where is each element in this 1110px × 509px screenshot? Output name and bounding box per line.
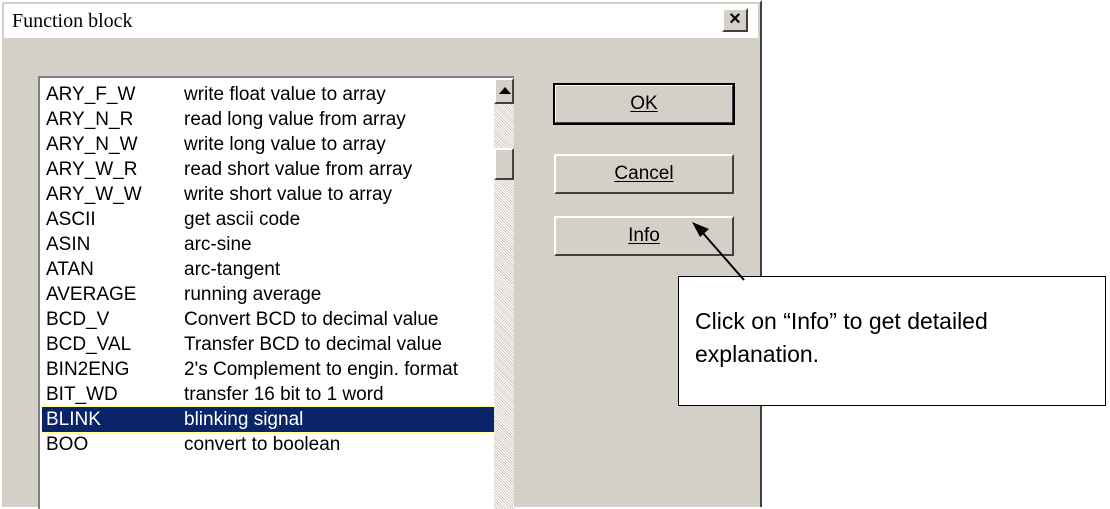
function-description: transfer 16 bit to 1 word [184,384,384,405]
function-description: arc-tangent [184,259,281,280]
list-item[interactable]: ARY_N_W write long value to array [42,132,494,157]
info-button-label: Info [628,225,660,246]
list-item[interactable]: ARY_N_R read long value from array [42,107,494,132]
list-item[interactable]: BOO convert to boolean [42,432,494,457]
function-description: Transfer BCD to decimal value [184,334,443,355]
function-name: ATAN [46,259,94,280]
scroll-up-button[interactable] [494,78,514,104]
function-name: ARY_N_R [46,109,134,130]
function-description: write short value to array [184,184,393,205]
function-block-list[interactable]: ARY_F_W write float value to array ARY_N… [38,76,514,509]
function-description: read short value from array [184,159,413,180]
function-name: ARY_F_W [46,84,136,105]
ok-button-label: OK [630,93,658,114]
function-description: running average [184,284,322,305]
list-item[interactable]: ARY_F_W write float value to array [42,82,494,107]
close-icon: × [729,8,741,30]
list-item[interactable]: BIT_WD transfer 16 bit to 1 word [42,382,494,407]
scroll-thumb[interactable] [494,148,514,180]
title-bar: Function block × [4,4,758,38]
function-name: BIN2ENG [46,359,130,380]
dialog-title: Function block [12,10,133,32]
info-callout: Click on “Info” to get detailed explanat… [678,276,1106,406]
function-description: read long value from array [184,109,406,130]
list-item[interactable]: BCD_VAL Transfer BCD to decimal value [42,332,494,357]
function-name: ARY_W_W [46,184,142,205]
list-item[interactable]: ASIN arc-sine [42,232,494,257]
function-description: convert to boolean [184,434,341,455]
function-name: ASIN [46,234,91,255]
function-description: arc-sine [184,234,252,255]
cancel-button-label: Cancel [614,163,674,184]
list-item[interactable]: BCD_V Convert BCD to decimal value [42,307,494,332]
callout-text: Click on “Info” to get detailed explanat… [695,308,988,367]
function-description: blinking signal [184,409,304,430]
function-name: AVERAGE [46,284,137,305]
close-button[interactable]: × [722,8,748,32]
function-name: BOO [46,434,89,455]
function-description: write float value to array [184,84,386,105]
list-item[interactable]: ARY_W_W write short value to array [42,182,494,207]
cancel-button[interactable]: Cancel [554,154,734,194]
list-item[interactable]: BIN2ENG 2's Complement to engin. format [42,357,494,382]
list-item-selected[interactable]: BLINK blinking signal [41,406,495,433]
function-name: BIT_WD [46,384,118,405]
function-name: ASCII [46,209,96,230]
function-description: get ascii code [184,209,301,230]
info-button[interactable]: Info [554,216,734,256]
list-item[interactable]: ARY_W_R read short value from array [42,157,494,182]
function-block-dialog: Function block × ARY_F_W write float val… [0,0,762,509]
function-name: BLINK [46,409,101,430]
function-name: ARY_W_R [46,159,138,180]
ok-button[interactable]: OK [553,83,735,125]
list-item[interactable]: AVERAGE running average [42,282,494,307]
function-name: ARY_N_W [46,134,138,155]
function-name: BCD_V [46,309,110,330]
function-description: 2's Complement to engin. format [184,359,458,380]
function-description: write long value to array [184,134,386,155]
list-item[interactable]: ASCII get ascii code [42,207,494,232]
function-name: BCD_VAL [46,334,132,355]
function-description: Convert BCD to decimal value [184,309,439,330]
up-arrow-icon [499,87,511,94]
list-item[interactable]: ATAN arc-tangent [42,257,494,282]
vertical-scrollbar[interactable] [494,78,514,509]
